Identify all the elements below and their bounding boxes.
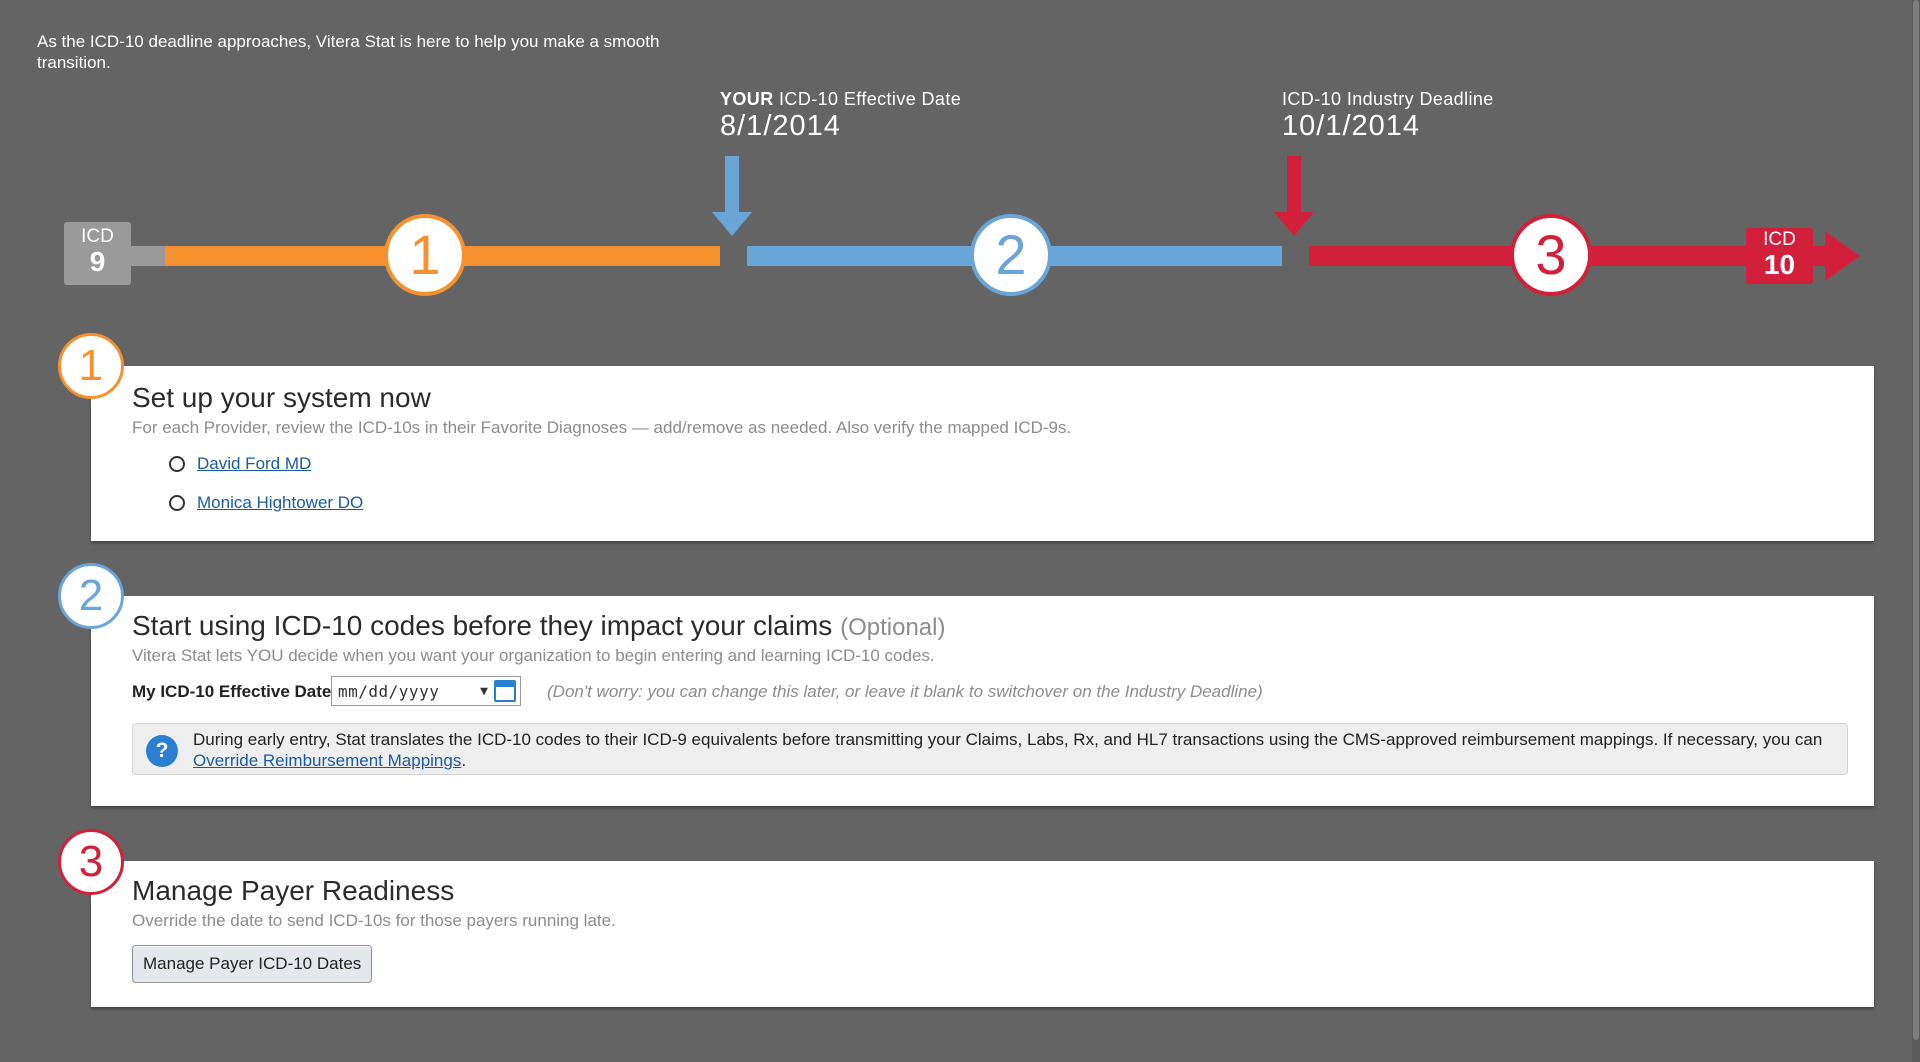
section-2-number: 2 xyxy=(58,563,124,629)
section-3-number: 3 xyxy=(58,829,124,895)
section-1-title: Set up your system now xyxy=(132,382,431,413)
provider-item[interactable]: David Ford MD xyxy=(169,454,311,474)
optional-tag: (Optional) xyxy=(840,614,946,641)
info-box: ? During early entry, Stat translates th… xyxy=(132,723,1848,775)
section-2-title: Start using ICD-10 codes before they imp… xyxy=(132,610,946,641)
timeline-step-2: 2 xyxy=(970,214,1052,296)
manage-payer-dates-button[interactable]: Manage Payer ICD-10 Dates xyxy=(132,945,373,983)
effective-date-milestone: YOUR ICD-10 Effective Date 8/1/2014 xyxy=(720,89,961,143)
timeline-segment-icd9 xyxy=(125,246,170,266)
intro-text: As the ICD-10 deadline approaches, Viter… xyxy=(37,32,660,72)
section-3-card: Manage Payer Readiness Override the date… xyxy=(91,861,1874,1007)
timeline-end-arrow-icon xyxy=(1813,231,1860,281)
section-1-card: Set up your system now For each Provider… xyxy=(91,366,1874,541)
provider-radio-icon[interactable] xyxy=(169,495,185,511)
icd9-badge: ICD 9 xyxy=(64,222,131,285)
provider-item[interactable]: Monica Hightower DO xyxy=(169,493,363,513)
provider-link-david-ford[interactable]: David Ford MD xyxy=(197,454,311,474)
scrollbar-thumb[interactable] xyxy=(1913,0,1919,1040)
effective-date-value: 8/1/2014 xyxy=(720,110,841,142)
date-hint: (Don't worry: you can change this later,… xyxy=(547,682,1263,701)
date-placeholder: mm/dd/yyyy xyxy=(338,681,440,701)
section-1-subtitle: For each Provider, review the ICD-10s in… xyxy=(132,418,1072,437)
effective-date-input[interactable]: mm/dd/yyyy ▼ xyxy=(331,676,521,706)
effective-date-field-label: My ICD-10 Effective Date xyxy=(132,682,332,701)
timeline-step-1: 1 xyxy=(384,214,466,296)
effective-date-arrow-icon xyxy=(712,156,752,236)
section-3-title: Manage Payer Readiness xyxy=(132,875,455,906)
info-text: During early entry, Stat translates the … xyxy=(193,730,1823,770)
help-icon: ? xyxy=(146,735,178,767)
effective-date-label: YOUR ICD-10 Effective Date xyxy=(720,89,962,109)
industry-deadline-arrow-icon xyxy=(1274,156,1314,236)
icd10-badge: ICD 10 xyxy=(1746,228,1813,284)
calendar-icon[interactable] xyxy=(494,680,516,702)
industry-deadline-milestone: ICD-10 Industry Deadline 10/1/2014 xyxy=(1282,89,1494,143)
override-mappings-link[interactable]: Override Reimbursement Mappings xyxy=(193,751,461,770)
timeline-step-3: 3 xyxy=(1510,214,1592,296)
dropdown-caret-icon[interactable]: ▼ xyxy=(480,684,488,699)
provider-radio-icon[interactable] xyxy=(169,456,185,472)
section-3-subtitle: Override the date to send ICD-10s for th… xyxy=(132,911,616,930)
section-2-card: Start using ICD-10 codes before they imp… xyxy=(91,596,1874,806)
industry-deadline-value: 10/1/2014 xyxy=(1282,110,1421,142)
provider-link-monica-hightower[interactable]: Monica Hightower DO xyxy=(197,493,363,513)
industry-deadline-label: ICD-10 Industry Deadline xyxy=(1282,89,1494,109)
section-2-subtitle: Vitera Stat lets YOU decide when you wan… xyxy=(132,646,935,665)
page-scrollbar[interactable] xyxy=(1912,0,1920,1062)
section-1-number: 1 xyxy=(58,333,124,399)
